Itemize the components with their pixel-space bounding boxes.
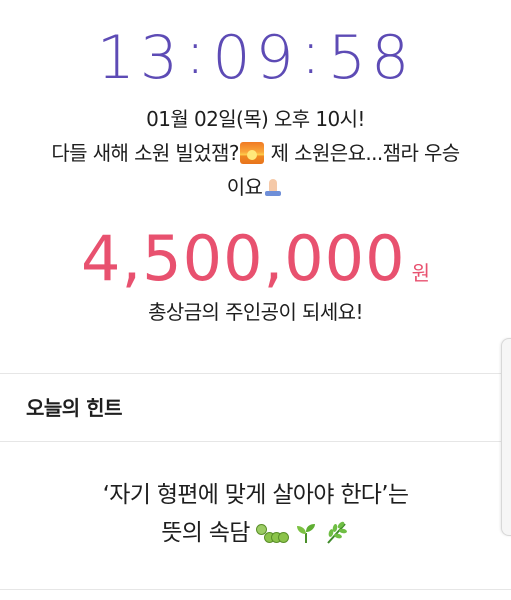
sunrise-emoji-icon <box>239 142 264 164</box>
hint-title: 오늘의 힌트 <box>26 396 122 420</box>
countdown-hours: 13 <box>96 23 184 93</box>
folded-hands-emoji-icon <box>262 177 284 197</box>
hint-body-line2: 뜻의 속담 <box>20 514 491 557</box>
countdown-separator: : <box>185 18 211 88</box>
announcement-line2: 다들 새해 소원 빌었잼? 제 소원은요...잼라 우승 <box>51 141 460 165</box>
countdown-seconds: 58 <box>327 23 415 93</box>
prize-amount: 4,500,000 원 <box>0 222 511 296</box>
hint-body: ‘자기 형편에 맞게 살아야 한다’는 뜻의 속담 <box>20 476 491 557</box>
section-divider <box>0 373 511 374</box>
countdown-separator: : <box>300 18 326 88</box>
herb-emoji-icon <box>324 519 350 557</box>
prize-subtitle: 총상금의 주인공이 되세요! <box>148 300 363 324</box>
edge-panel-handle[interactable] <box>501 338 511 536</box>
seedling-emoji-icon <box>294 519 318 557</box>
caterpillar-emoji-icon <box>255 521 289 545</box>
announcement-line3: 이요 <box>10 170 501 204</box>
section-divider <box>0 589 511 590</box>
countdown-timer: 13:09:58 <box>0 18 511 94</box>
announcement-text: 01월 02일(목) 오후 10시! 다들 새해 소원 빌었잼? 제 소원은요.… <box>10 102 501 204</box>
announcement-date: 01월 02일(목) 오후 10시! <box>146 107 365 131</box>
hint-body-line1: ‘자기 형편에 맞게 살아야 한다’는 <box>102 482 409 508</box>
prize-amount-value: 4,500,000 <box>81 222 406 295</box>
prize-amount-unit: 원 <box>411 261 430 285</box>
countdown-minutes: 09 <box>212 23 299 93</box>
section-divider <box>0 441 511 442</box>
